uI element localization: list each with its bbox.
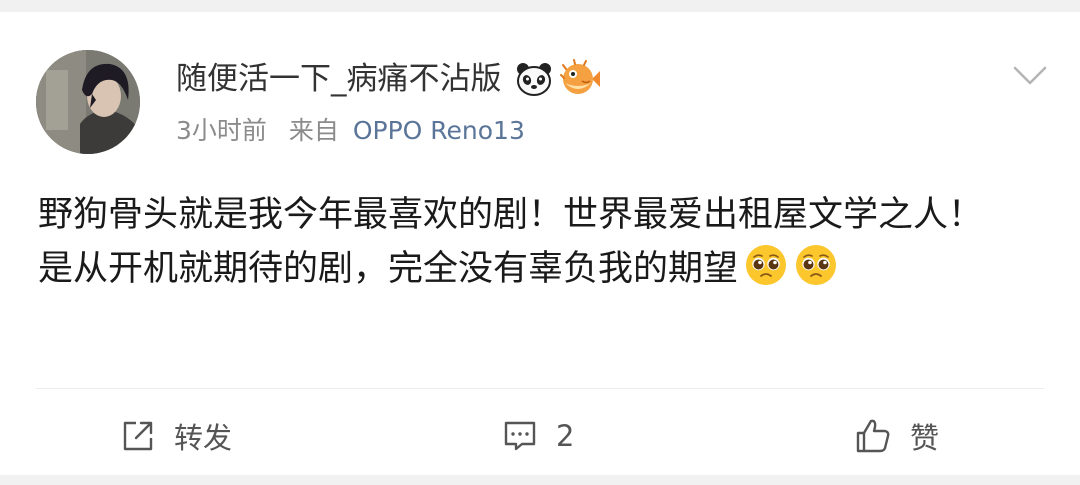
source-prefix: 来自 xyxy=(288,116,339,145)
post-content: 野狗骨头就是我今年最喜欢的剧！世界最爱出租屋文学之人！ 是从开机就期待的剧，完全… xyxy=(38,188,1038,296)
comment-count: 2 xyxy=(556,419,575,453)
avatar-image xyxy=(36,50,140,154)
post-time: 3小时前 xyxy=(176,116,267,145)
comment-button[interactable]: 2 xyxy=(502,414,574,458)
weibo-post-card: 随便活一下_病痛不沾版 3小时前 来自 OPPO Reno13 野狗骨头就是我今… xyxy=(0,12,1080,475)
content-line-2: 是从开机就期待的剧，完全没有辜负我的期望 xyxy=(38,242,1038,296)
content-line-text: 是从开机就期待的剧，完全没有辜负我的期望 xyxy=(38,249,739,289)
pleading-face-emoji xyxy=(746,245,787,285)
device-link[interactable]: OPPO Reno13 xyxy=(353,116,525,145)
content-line: 野狗骨头就是我今年最喜欢的剧！世界最爱出租屋文学之人！ xyxy=(38,195,984,235)
post-author[interactable]: 随便活一下_病痛不沾版 xyxy=(176,58,600,100)
post-meta: 3小时前 来自 OPPO Reno13 xyxy=(176,112,525,150)
panda-icon xyxy=(516,63,551,96)
comment-icon xyxy=(504,421,536,451)
pufferfish-icon xyxy=(559,59,600,94)
author-name[interactable]: 随便活一下_病痛不沾版 xyxy=(176,58,502,100)
thumbs-up-icon xyxy=(856,419,890,453)
like-button[interactable]: 赞 xyxy=(854,414,939,458)
repost-label: 转发 xyxy=(174,421,233,455)
repost-button[interactable]: 转发 xyxy=(120,414,232,458)
divider xyxy=(36,388,1044,389)
repost-icon xyxy=(123,421,153,451)
chevron-down-icon[interactable] xyxy=(1011,64,1049,88)
avatar[interactable] xyxy=(36,50,140,154)
like-label: 赞 xyxy=(910,421,940,455)
pleading-face-emoji xyxy=(796,245,837,285)
